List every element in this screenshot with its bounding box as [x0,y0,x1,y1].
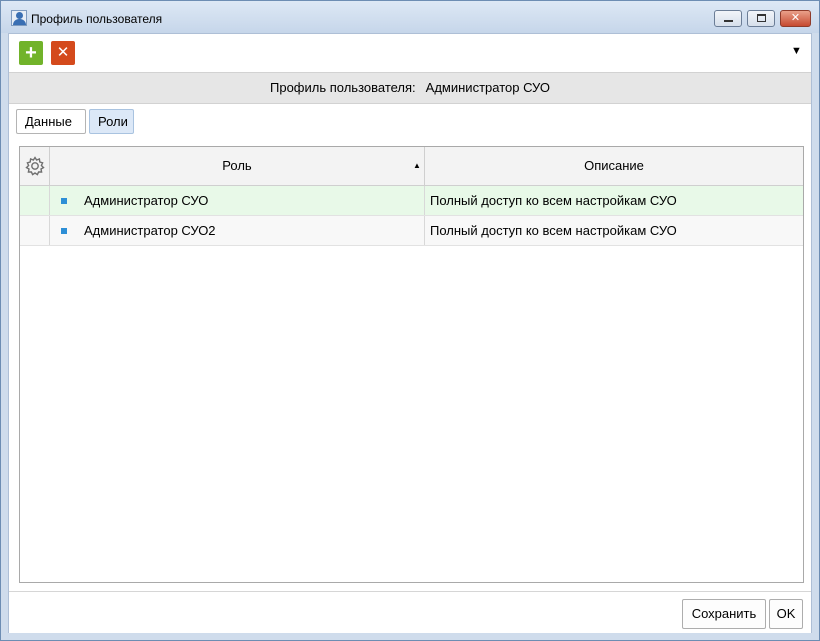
maximize-button[interactable] [747,10,775,27]
grid-settings-button[interactable] [20,147,50,185]
dropdown-arrow-icon[interactable]: ▼ [791,45,802,57]
description-cell[interactable]: Полный доступ ко всем настройкам СУО [425,186,803,215]
minimize-button[interactable] [714,10,742,27]
minimize-icon [724,20,733,22]
window-title: Профиль пользователя [31,12,163,26]
close-icon: ✕ [790,12,801,24]
dialog-footer: Сохранить OK [9,591,811,633]
table-row[interactable]: Администратор СУО2 Полный доступ ко всем… [20,216,803,246]
title-bar[interactable]: Профиль пользователя ✕ [1,1,819,33]
maximize-icon [757,14,766,22]
role-name: Администратор СУО2 [84,223,216,238]
column-header-description[interactable]: Описание [425,147,803,185]
column-header-role[interactable]: Роль ▲ [50,147,425,185]
table-row[interactable]: Администратор СУО Полный доступ ко всем … [20,186,803,216]
delete-button[interactable]: ✕ [51,41,75,65]
close-button[interactable]: ✕ [780,10,811,27]
role-bullet-icon [61,198,67,204]
gear-icon [25,156,45,176]
tab-data[interactable]: Данные [16,109,86,134]
dialog-window: Профиль пользователя ✕ + ✕ ▼ Профиль пол… [0,0,820,641]
ok-button[interactable]: OK [769,599,803,629]
role-cell[interactable]: Администратор СУО [50,186,425,215]
add-button[interactable]: + [19,41,43,65]
sort-ascending-icon: ▲ [413,161,421,170]
row-selector[interactable] [20,186,50,215]
column-header-role-label: Роль [222,158,252,173]
save-button[interactable]: Сохранить [682,599,766,629]
profile-header-value: Администратор СУО [425,80,550,95]
description-cell[interactable]: Полный доступ ко всем настройкам СУО [425,216,803,245]
profile-header-label: Профиль пользователя: [270,80,416,95]
user-icon [11,10,27,26]
x-icon: ✕ [56,44,70,61]
toolbar: + ✕ ▼ [9,34,811,72]
grid-header: Роль ▲ Описание [20,147,803,186]
tab-roles[interactable]: Роли [89,109,134,134]
plus-icon: + [25,42,37,64]
role-name: Администратор СУО [84,193,209,208]
dialog-content: + ✕ ▼ Профиль пользователя: Администратор… [8,33,812,633]
role-bullet-icon [61,228,67,234]
profile-header: Профиль пользователя: Администратор СУО [9,72,811,104]
roles-grid: Роль ▲ Описание Администратор СУО Полный… [19,146,804,583]
role-cell[interactable]: Администратор СУО2 [50,216,425,245]
row-selector[interactable] [20,216,50,245]
